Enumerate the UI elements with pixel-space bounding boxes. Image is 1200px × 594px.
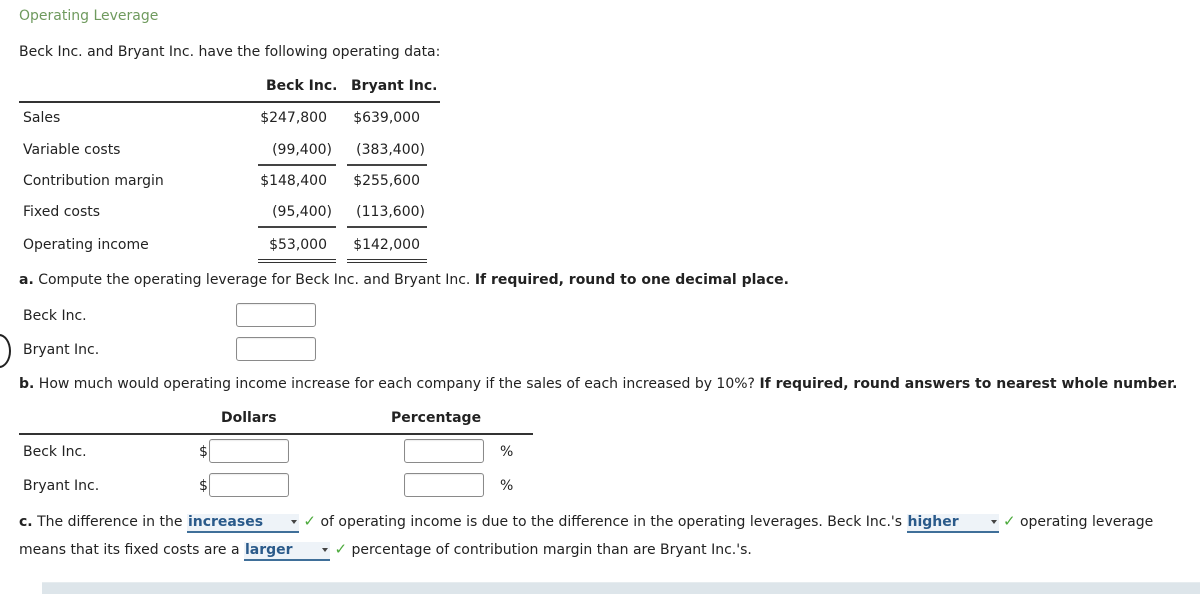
part-c-text-3: operating leverage	[1019, 514, 1154, 530]
part-b-header-rule	[19, 433, 533, 435]
sales-bryant: $639,000	[353, 110, 420, 126]
larger-dropdown-value: larger	[245, 542, 293, 558]
dropdown-caret-icon	[990, 520, 997, 524]
currency-symbol-beck: $	[199, 444, 208, 460]
subtotal-rule-bryant	[347, 164, 427, 166]
column-header-bryant: Bryant Inc.	[351, 78, 438, 94]
header-rule	[19, 101, 440, 103]
income-increase-dollars-beck-input[interactable]	[209, 439, 289, 463]
percent-symbol-beck: %	[500, 444, 514, 460]
row-label-fixed-costs: Fixed costs	[23, 204, 101, 220]
part-a-label-beck: Beck Inc.	[23, 308, 87, 324]
column-header-dollars: Dollars	[221, 410, 277, 426]
row-label-operating-income: Operating income	[23, 237, 149, 253]
sales-beck: $247,800	[260, 110, 327, 126]
part-a-question: a. Compute the operating leverage for Be…	[19, 272, 789, 288]
higher-dropdown-value: higher	[907, 514, 959, 530]
fixed-costs-bryant: (113,600)	[356, 204, 425, 220]
increases-dropdown[interactable]: increases	[186, 514, 299, 533]
higher-dropdown[interactable]: higher	[906, 514, 999, 533]
row-label-sales: Sales	[23, 110, 61, 126]
part-c-text-1: The difference in the	[37, 514, 183, 530]
increases-dropdown-value: increases	[187, 514, 264, 530]
part-c-text-2: of operating income is due to the differ…	[320, 514, 903, 530]
larger-dropdown[interactable]: larger	[244, 542, 330, 561]
contribution-margin-bryant: $255,600	[353, 173, 420, 189]
row-label-contribution-margin: Contribution margin	[23, 173, 164, 189]
income-increase-dollars-bryant-input[interactable]	[209, 473, 289, 497]
row-label-variable-costs: Variable costs	[23, 142, 121, 158]
part-c-line-1: c. The difference in the increases ✓ of …	[19, 512, 1153, 533]
partial-circle-marker	[0, 334, 11, 368]
part-a-instruction: If required, round to one decimal place.	[474, 272, 789, 288]
dropdown-caret-icon	[290, 520, 297, 524]
part-b-label-beck: Beck Inc.	[23, 444, 87, 460]
subtotal-rule-beck-2	[258, 226, 336, 228]
total-double-rule-bryant	[347, 259, 427, 263]
operating-income-bryant: $142,000	[353, 237, 420, 253]
part-a-text: Compute the operating leverage for Beck …	[38, 272, 471, 288]
subtotal-rule-bryant-2	[347, 226, 427, 228]
part-c-text-4: means that its fixed costs are a	[19, 542, 240, 558]
total-double-rule-beck	[258, 259, 336, 263]
column-header-beck: Beck Inc.	[266, 78, 338, 94]
part-b-label-bryant: Bryant Inc.	[23, 478, 100, 494]
operating-leverage-beck-input[interactable]	[236, 303, 316, 327]
variable-costs-bryant: (383,400)	[356, 142, 425, 158]
part-c-text-5: percentage of contribution margin than a…	[351, 542, 752, 558]
contribution-margin-beck: $148,400	[260, 173, 327, 189]
part-a-letter: a.	[19, 272, 34, 288]
currency-symbol-bryant: $	[199, 478, 208, 494]
part-b-question: b. How much would operating income incre…	[19, 376, 1177, 392]
check-icon: ✓	[1002, 512, 1016, 530]
subtotal-rule-beck	[258, 164, 336, 166]
part-b-letter: b.	[19, 376, 35, 392]
part-a-label-bryant: Bryant Inc.	[23, 342, 100, 358]
part-b-instruction: If required, round answers to nearest wh…	[759, 376, 1178, 392]
column-header-percentage: Percentage	[391, 410, 482, 426]
page-title: Operating Leverage	[19, 8, 159, 24]
percent-symbol-bryant: %	[500, 478, 514, 494]
part-b-text: How much would operating income increase…	[38, 376, 755, 392]
part-c-line-2: means that its fixed costs are a larger …	[19, 540, 752, 561]
variable-costs-beck: (99,400)	[272, 142, 332, 158]
fixed-costs-beck: (95,400)	[272, 204, 332, 220]
income-increase-percentage-beck-input[interactable]	[404, 439, 484, 463]
income-increase-percentage-bryant-input[interactable]	[404, 473, 484, 497]
footer-bar	[42, 582, 1200, 594]
part-c-letter: c.	[19, 514, 33, 530]
check-icon: ✓	[334, 540, 348, 558]
check-icon: ✓	[303, 512, 316, 530]
operating-income-beck: $53,000	[269, 237, 327, 253]
dropdown-caret-icon	[322, 548, 328, 552]
intro-text: Beck Inc. and Bryant Inc. have the follo…	[19, 44, 441, 60]
operating-leverage-bryant-input[interactable]	[236, 337, 316, 361]
